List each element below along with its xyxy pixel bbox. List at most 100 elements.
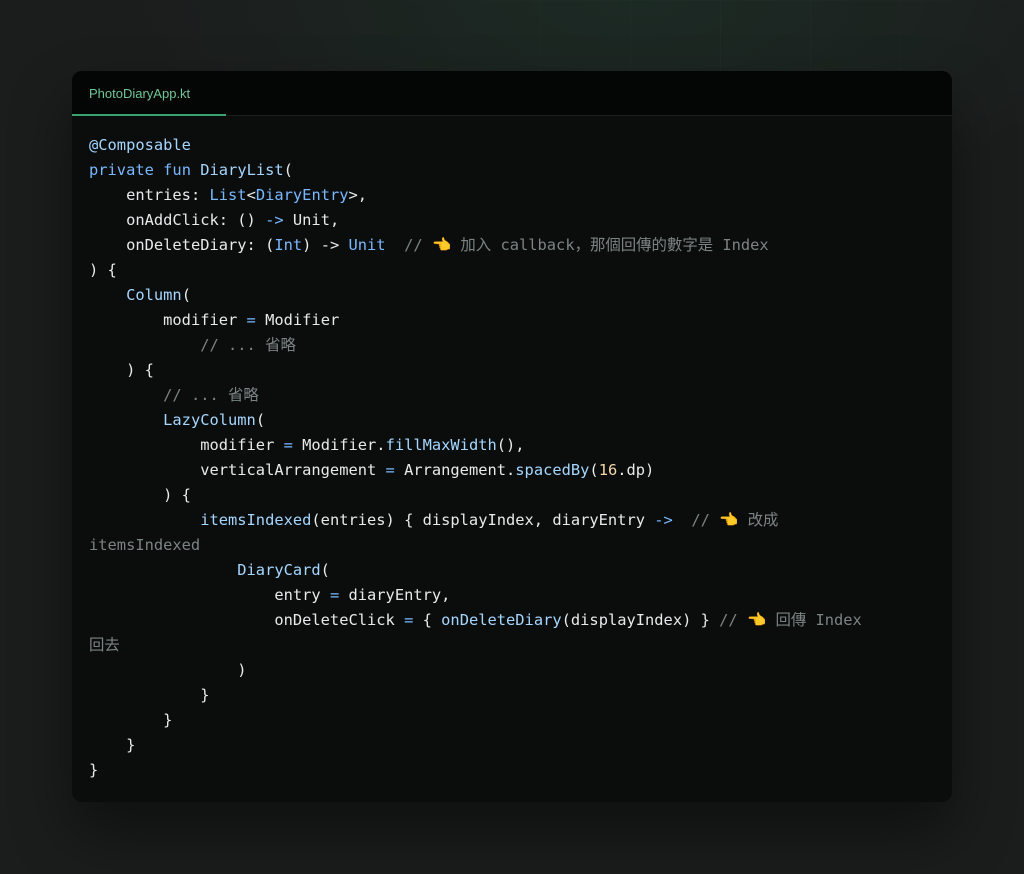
identifier-token: (displayIndex) } [561,611,720,629]
operator-token: = [385,461,395,479]
comment-token: // [719,611,738,629]
operator-token: = [329,586,340,604]
type-token: Int [274,236,303,254]
code-line: } [89,758,938,783]
arrow-token: -> [654,511,673,529]
code-window: PhotoDiaryApp.kt @Composable private fun … [72,71,952,802]
punct-token: ( [320,561,330,579]
punct-token: ) { [89,261,117,279]
type-token: DiaryEntry [255,186,349,204]
code-line: ) [89,658,938,683]
operator-token: = [246,311,256,329]
code-line: onAddClick: () -> Unit, [89,208,938,233]
pointing-hand-icon: 👈 [431,236,452,254]
identifier-token: Arrangement. [394,461,516,479]
punct-token: ( [181,286,191,304]
param-token: modifier [200,436,284,454]
punct-token: ) -> [302,236,349,254]
function-name-token: DiaryList [200,161,284,179]
function-call-token: spacedBy [515,461,590,479]
code-line: ) { [89,258,938,283]
code-line: 回去 [89,633,938,658]
tab-bar: PhotoDiaryApp.kt [72,71,952,116]
code-line: @Composable [89,133,938,158]
comment-token: itemsIndexed [89,536,201,554]
punct-token: < [246,186,256,204]
number-token: 16 [598,461,618,479]
param-token: modifier [163,311,247,329]
punct-token: ) { [163,486,191,504]
function-call-token: onDeleteDiary [441,611,562,629]
comment-token: // ... 省略 [163,386,259,404]
punct-token: ( [589,461,599,479]
identifier-token: Modifier [255,311,340,329]
param-token: onDeleteClick [274,611,405,629]
punct-token: { [413,611,442,629]
identifier-token: diaryEntry, [339,586,451,604]
function-call-token: itemsIndexed [200,511,312,529]
code-line: itemsIndexed(entries) { displayIndex, di… [89,508,938,533]
arrow-token: -> [265,211,284,229]
comment-token: // ... 省略 [200,336,296,354]
punct-token: (), [496,436,525,454]
code-line: entries: List<DiaryEntry>, [89,183,938,208]
param-token: entries: [126,186,210,204]
annotation-token: @Composable [89,136,191,154]
type-token: List [209,186,247,204]
code-line: ) { [89,358,938,383]
identifier-token: (entries) { displayIndex, diaryEntry [311,511,655,529]
param-token: entry [274,586,330,604]
punct-token: } [200,686,210,704]
code-line: modifier = Modifier [89,308,938,333]
operator-token: = [404,611,414,629]
code-block[interactable]: @Composable private fun DiaryList( entrie… [89,133,938,783]
identifier-token: Modifier. [292,436,386,454]
punct-token: } [89,761,99,779]
code-line: onDeleteClick = { onDeleteDiary(displayI… [89,608,938,633]
pointing-hand-icon: 👈 [746,611,767,629]
code-line: DiaryCard( [89,558,938,583]
pointing-hand-icon: 👈 [719,511,739,529]
comment-token: 回去 [89,636,120,654]
function-call-token: LazyColumn [163,411,256,429]
identifier-token: .dp) [617,461,655,479]
code-line: } [89,683,938,708]
code-line: Column( [89,283,938,308]
comment-token: 回傳 Index [775,611,862,629]
punct-token: ) [237,661,247,679]
type-token: Unit, [283,211,340,229]
function-call-token: DiaryCard [237,561,321,579]
code-line: private fun DiaryList( [89,158,938,183]
param-token: onDeleteDiary: ( [126,236,275,254]
function-call-token: fillMaxWidth [385,436,497,454]
operator-token: = [283,436,293,454]
punct-token: ( [283,161,293,179]
comment-token: 改成 [747,511,779,529]
code-line: } [89,733,938,758]
type-token: Unit [348,236,386,254]
param-token: verticalArrangement [200,461,386,479]
comment-token: 加入 callback，那個回傳的數字是 Index [460,236,769,254]
code-line: // ... 省略 [89,383,938,408]
punct-token: } [163,711,173,729]
comment-token: // [691,511,710,529]
code-line: verticalArrangement = Arrangement.spaced… [89,458,938,483]
code-line: ) { [89,483,938,508]
punct-token: ) { [126,361,154,379]
code-line: LazyColumn( [89,408,938,433]
comment-token: // [404,236,423,254]
param-token: onAddClick: () [126,211,266,229]
code-line: itemsIndexed [89,533,938,558]
code-line: modifier = Modifier.fillMaxWidth(), [89,433,938,458]
code-line: } [89,708,938,733]
punct-token: ( [255,411,266,429]
code-line: entry = diaryEntry, [89,583,938,608]
keyword-token: fun [163,161,191,179]
function-call-token: Column [126,286,182,304]
code-line: // ... 省略 [89,333,938,358]
keyword-token: private [89,161,154,179]
code-line: onDeleteDiary: (Int) -> Unit // 👈 加入 cal… [89,233,938,258]
punct-token: } [126,736,136,754]
punct-token: >, [348,186,368,204]
tab-photodiaryapp-kt[interactable]: PhotoDiaryApp.kt [72,71,226,116]
